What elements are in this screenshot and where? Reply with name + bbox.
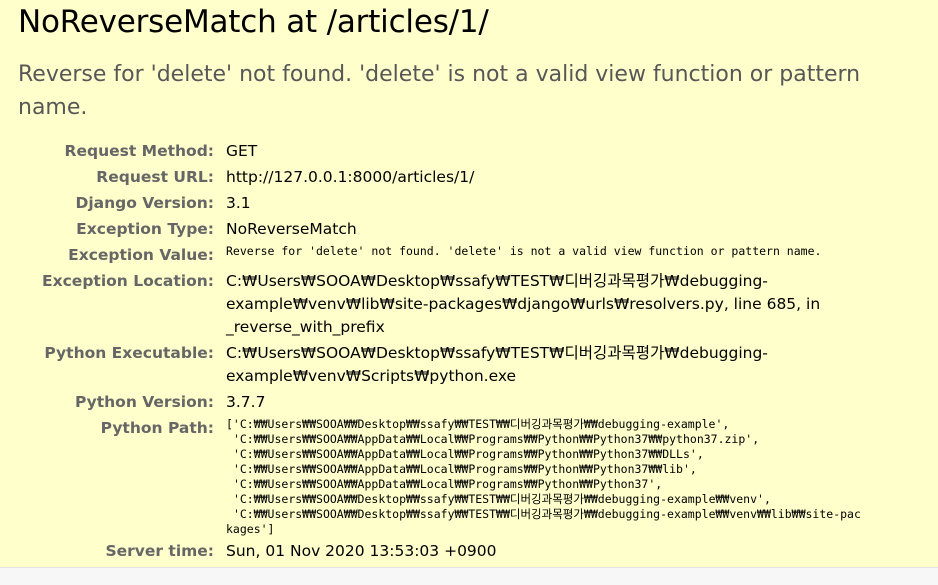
meta-label: Exception Location: [42,272,214,290]
meta-value: Reverse for 'delete' not found. 'delete'… [226,244,822,258]
meta-value: C:₩Users₩SOOA₩Desktop₩ssafy₩TEST₩디버깅과목평가… [226,344,768,385]
page-title: NoReverseMatch at /articles/1/ [18,4,489,40]
meta-row-exception-location: Exception Location: C:₩Users₩SOOA₩Deskto… [18,267,866,339]
meta-label: Python Version: [74,393,214,411]
meta-value: http://127.0.0.1:8000/articles/1/ [226,168,475,186]
meta-value: Sun, 01 Nov 2020 13:53:03 +0900 [226,542,497,560]
meta-value: ['C:₩₩Users₩₩SOOA₩₩Desktop₩₩ssafy₩₩TEST₩… [226,417,861,536]
meta-row-django-version: Django Version: 3.1 [18,189,866,215]
exception-message: Reverse for 'delete' not found. 'delete'… [18,62,861,120]
meta-row-exception-value: Exception Value: Reverse for 'delete' no… [18,241,866,267]
meta-label: Request URL: [96,168,214,186]
meta-row-python-executable: Python Executable: C:₩Users₩SOOA₩Desktop… [18,339,866,388]
meta-label: Django Version: [75,194,214,212]
meta-label: Exception Type: [76,220,214,238]
meta-value: NoReverseMatch [226,220,357,238]
meta-value-cell: Reverse for 'delete' not found. 'delete'… [226,241,866,267]
next-section-edge [0,567,938,585]
meta-row-python-path: Python Path: ['C:₩₩Users₩₩SOOA₩₩Desktop₩… [18,414,866,537]
meta-value-cell: ['C:₩₩Users₩₩SOOA₩₩Desktop₩₩ssafy₩₩TEST₩… [226,414,866,537]
meta-row-exception-type: Exception Type: NoReverseMatch [18,215,866,241]
meta-label: Server time: [105,542,214,560]
meta-value: 3.1 [226,194,251,212]
meta-row-python-version: Python Version: 3.7.7 [18,388,866,414]
meta-row-server-time: Server time: Sun, 01 Nov 2020 13:53:03 +… [18,537,866,563]
error-summary: NoReverseMatch at /articles/1/ Reverse f… [0,0,938,563]
meta-label: Exception Value: [68,246,214,264]
meta-row-request-url: Request URL: http://127.0.0.1:8000/artic… [18,163,866,189]
meta-label: Python Path: [100,419,214,437]
request-meta-table: Request Method: GET Request URL: http://… [18,137,866,563]
meta-value: GET [226,142,258,160]
meta-label: Request Method: [64,142,214,160]
meta-value: 3.7.7 [226,393,266,411]
meta-row-request-method: Request Method: GET [18,137,866,163]
meta-value: C:₩Users₩SOOA₩Desktop₩ssafy₩TEST₩디버깅과목평가… [226,272,821,336]
meta-label: Python Executable: [44,344,214,362]
